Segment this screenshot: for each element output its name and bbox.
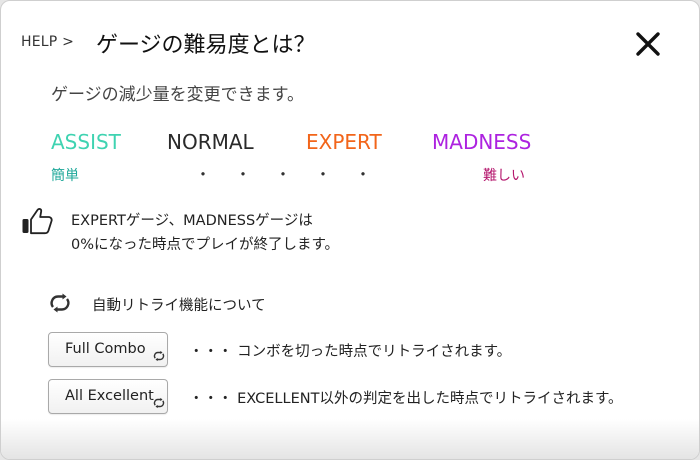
- scale-dot: ・: [195, 165, 212, 184]
- level-expert: EXPERT: [306, 130, 382, 154]
- auto-retry-title: 自動リトライ機能について: [92, 298, 266, 314]
- level-normal: NORMAL: [167, 130, 254, 154]
- all-excellent-label: All Excellent: [65, 388, 154, 404]
- page-title: ゲージの難易度とは？: [96, 33, 316, 58]
- all-excellent-description: ・・・ EXCELLENT以外の判定を出した時点でリトライされます。: [189, 391, 623, 407]
- note-line: EXPERTゲージ、MADNESSゲージは: [71, 213, 313, 229]
- gauge-note: EXPERTゲージ、MADNESSゲージは 0%になった時点でプレイが終了します…: [71, 209, 339, 257]
- scale-easy-label: 簡単: [51, 168, 79, 184]
- retry-icon: [47, 293, 73, 317]
- level-assist: ASSIST: [51, 130, 121, 154]
- scale-dot: ・: [275, 165, 292, 184]
- full-combo-description: ・・・ コンボを切った時点でリトライされます。: [189, 344, 512, 360]
- close-icon: [636, 32, 660, 56]
- scale-hard-label: 難しい: [483, 168, 525, 184]
- all-excellent-button[interactable]: All Excellent: [48, 379, 168, 414]
- bottom-shadow: [1, 419, 699, 459]
- retry-icon: [153, 397, 165, 409]
- full-combo-label: Full Combo: [65, 341, 146, 357]
- scale-dots: ・ ・ ・ ・ ・: [195, 161, 395, 185]
- scale-dot: ・: [355, 165, 372, 184]
- full-combo-button[interactable]: Full Combo: [48, 332, 168, 367]
- retry-icon: [153, 350, 165, 362]
- thumbs-up-icon: [21, 206, 55, 240]
- scale-dot: ・: [315, 165, 332, 184]
- close-button[interactable]: [629, 25, 667, 63]
- subtitle: ゲージの減少量を変更できます。: [51, 85, 304, 105]
- scale-dot: ・: [235, 165, 252, 184]
- help-dialog: HELP > ゲージの難易度とは？ ゲージの減少量を変更できます。 ASSIST…: [0, 0, 700, 460]
- note-line: 0%になった時点でプレイが終了します。: [71, 237, 340, 253]
- breadcrumb[interactable]: HELP >: [21, 34, 74, 50]
- level-madness: MADNESS: [432, 130, 532, 154]
